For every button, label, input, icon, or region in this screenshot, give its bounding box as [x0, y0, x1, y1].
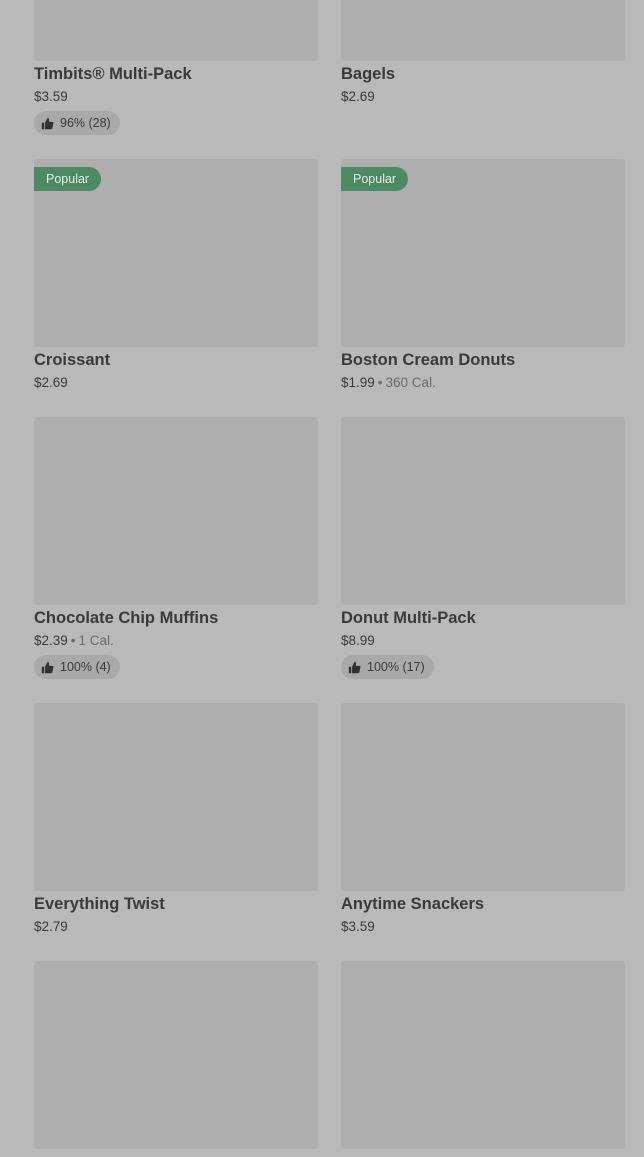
item-calories: 1 Cal. [78, 633, 114, 648]
item-price: $3.59 [341, 919, 375, 934]
item-price-calories: $2.39 • 1 Cal. [34, 633, 114, 648]
menu-item-card[interactable]: Donut Multi-Pack $8.99 100% (17) [341, 417, 625, 679]
item-image [341, 703, 625, 891]
item-price-calories: $1.99 • 360 Cal. [341, 375, 436, 390]
item-image [34, 417, 318, 605]
item-name: Chocolate Chip Muffins [34, 609, 219, 627]
rating-text: 100% (17) [367, 660, 425, 674]
item-image [34, 703, 318, 891]
item-name: Boston Cream Donuts [341, 351, 516, 369]
thumbs-up-icon [348, 661, 361, 673]
popular-badge: Popular [341, 167, 409, 191]
separator-dot: • [377, 375, 383, 390]
rating-badge: 96% (28) [34, 111, 120, 135]
item-image: Popular [34, 159, 318, 347]
menu-item-card[interactable]: Popular Croissant $2.69 [34, 159, 318, 390]
menu-item-card[interactable] [34, 961, 318, 1149]
item-name: Donut Multi-Pack [341, 609, 476, 627]
item-price: $3.59 [34, 89, 68, 104]
item-price: $2.79 [34, 919, 68, 934]
item-name: Everything Twist [34, 895, 165, 913]
menu-item-card[interactable]: Bagels $2.69 [341, 0, 625, 104]
item-name: Timbits® Multi-Pack [34, 65, 192, 83]
item-name: Anytime Snackers [341, 895, 485, 913]
item-image [341, 417, 625, 605]
item-image [34, 0, 318, 61]
popular-badge: Popular [34, 167, 102, 191]
item-price: $1.99 [341, 375, 375, 390]
menu-item-card[interactable] [341, 961, 625, 1149]
item-price: $8.99 [341, 633, 375, 648]
item-image [34, 961, 318, 1149]
menu-item-card[interactable]: Everything Twist $2.79 [34, 703, 318, 934]
rating-badge: 100% (4) [34, 655, 120, 679]
item-price: $2.39 [34, 633, 68, 648]
menu-item-card[interactable]: Chocolate Chip Muffins $2.39 • 1 Cal. 100%… [34, 417, 318, 679]
item-price: $2.69 [34, 375, 68, 390]
item-image [341, 961, 625, 1149]
item-price: $2.69 [341, 89, 375, 104]
item-image: Popular [341, 159, 625, 347]
thumbs-up-icon [41, 661, 54, 673]
rating-badge: 100% (17) [341, 655, 434, 679]
item-name: Croissant [34, 351, 111, 369]
item-calories: 360 Cal. [385, 375, 436, 390]
thumbs-up-icon [41, 117, 54, 129]
menu-item-card[interactable]: Timbits® Multi-Pack $3.59 96% (28) [34, 0, 318, 135]
menu-item-card[interactable]: Popular Boston Cream Donuts $1.99 • 360 Ca… [341, 159, 625, 390]
separator-dot: • [70, 633, 76, 648]
rating-text: 100% (4) [60, 660, 111, 674]
item-image [341, 0, 625, 61]
rating-text: 96% (28) [60, 116, 111, 130]
item-name: Bagels [341, 65, 396, 83]
menu-item-card[interactable]: Anytime Snackers $3.59 [341, 703, 625, 934]
